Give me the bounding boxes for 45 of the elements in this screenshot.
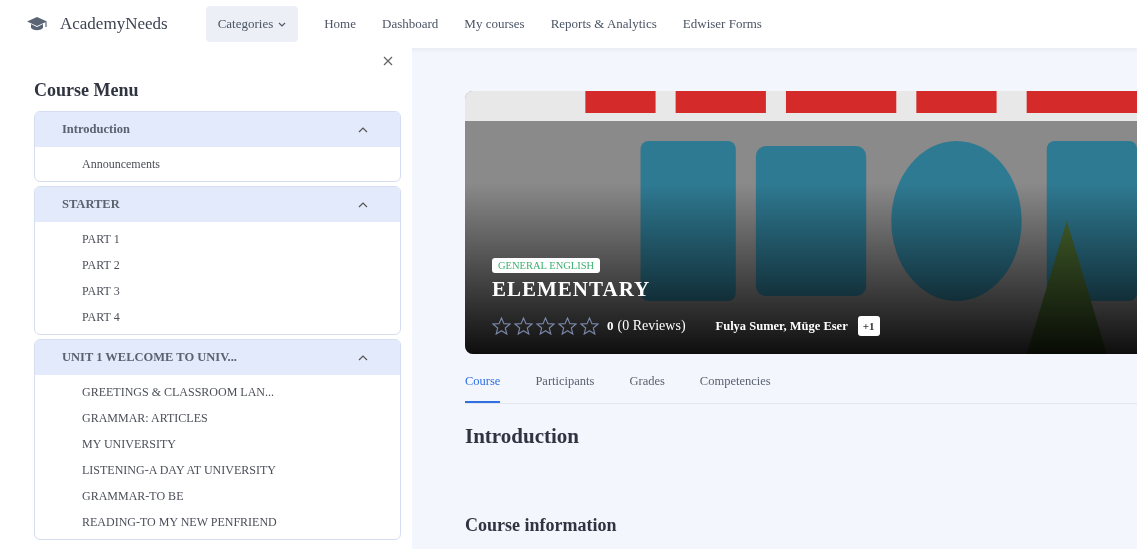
- section-header[interactable]: STARTER: [35, 187, 400, 222]
- section-heading: Introduction: [465, 424, 580, 449]
- section-header[interactable]: Introduction: [35, 112, 400, 147]
- section-item[interactable]: PART 3: [82, 278, 400, 304]
- course-menu-title: Course Menu: [34, 80, 140, 101]
- section-item[interactable]: MY UNIVERSITY: [82, 431, 400, 457]
- category-tag: GENERAL ENGLISH: [492, 258, 601, 273]
- more-teachers-badge[interactable]: +1: [857, 316, 880, 336]
- section-item[interactable]: LISTENING-A DAY AT UNIVERSITY: [82, 457, 400, 483]
- chevron-icon: [358, 126, 368, 133]
- star-icon: [580, 317, 599, 335]
- nav-link[interactable]: Home: [324, 16, 356, 32]
- star-icon: [492, 317, 511, 335]
- section-item[interactable]: GRAMMAR-TO BE: [82, 483, 400, 509]
- tab[interactable]: Competencies: [699, 372, 771, 403]
- tab[interactable]: Grades: [629, 372, 665, 403]
- section-item[interactable]: PART 1: [82, 226, 400, 252]
- section-item[interactable]: PART 4: [82, 304, 400, 330]
- star-icon: [536, 317, 555, 335]
- nav-link[interactable]: Dashboard: [382, 16, 439, 32]
- nav-link[interactable]: My courses: [464, 16, 525, 32]
- section-heading: Course information: [465, 515, 618, 536]
- tab[interactable]: Course: [465, 372, 501, 403]
- brand-name[interactable]: AcademyNeeds: [60, 14, 168, 34]
- nav-link[interactable]: Edwiser Forms: [682, 16, 762, 32]
- section-item[interactable]: GREETINGS & CLASSROOM LAN...: [82, 379, 400, 405]
- chevron-icon: [358, 354, 368, 361]
- section-item[interactable]: PART 2: [82, 252, 400, 278]
- close-icon[interactable]: [383, 56, 393, 66]
- nav-link[interactable]: Reports & Analytics: [550, 16, 657, 32]
- review-count: (0 Reviews): [617, 318, 686, 334]
- course-title: ELEMENTARY: [492, 277, 651, 302]
- star-icon: [558, 317, 577, 335]
- chevron-icon: [358, 201, 368, 208]
- chevron-down-icon: [278, 21, 287, 27]
- tab[interactable]: Participants: [535, 372, 595, 403]
- categories-dropdown[interactable]: Categories: [205, 6, 299, 42]
- star-icon: [514, 317, 533, 335]
- graduation-cap-icon: [26, 16, 48, 32]
- teacher-names: Fulya Sumer, Müge Eser: [715, 318, 848, 334]
- section-header[interactable]: UNIT 1 WELCOME TO UNIV...: [35, 340, 400, 375]
- section-item[interactable]: READING-TO MY NEW PENFRIEND: [82, 509, 400, 535]
- rating-value: 0: [607, 318, 614, 334]
- section-item[interactable]: GRAMMAR: ARTICLES: [82, 405, 400, 431]
- section-item[interactable]: Announcements: [82, 151, 400, 177]
